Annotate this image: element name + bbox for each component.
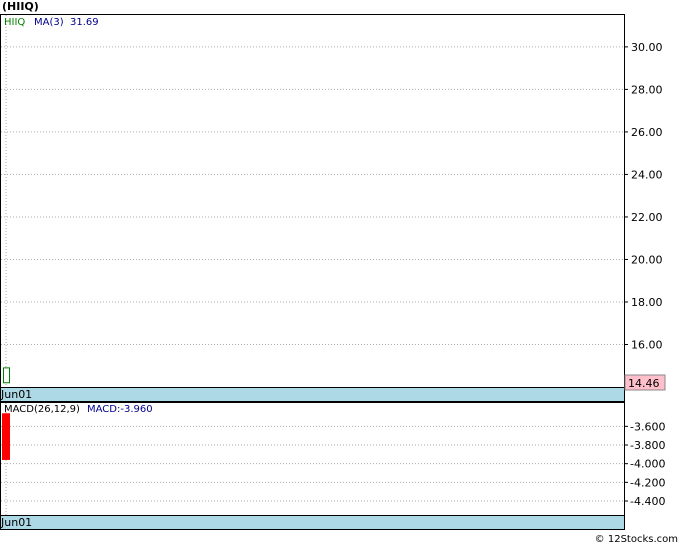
legend-ma: MA(3) (34, 17, 64, 28)
price-panel-frame (0, 14, 625, 388)
macd-tick-label: -4.200 (630, 476, 665, 489)
price-x-label: Jun01 (0, 388, 32, 401)
price-panel: 30.00 28.00 26.00 24.00 22.00 20.00 18.00 16.00… (0, 14, 666, 402)
macd-bar (2, 413, 10, 460)
macd-x-label: Jun01 (0, 516, 32, 529)
copyright: © 12Stocks.com (595, 534, 678, 545)
chart-title: (HIIQ) (2, 0, 39, 13)
macd-x-axis-band (0, 515, 625, 530)
candles (3, 367, 10, 384)
macd-bars (2, 413, 10, 460)
legend-ma-value: 31.69 (70, 17, 99, 28)
macd-tick-label: -3.800 (630, 439, 665, 452)
price-y-axis: 30.00 28.00 26.00 24.00 22.00 20.00 18.00 16.00 (624, 41, 663, 351)
price-x-axis-band (0, 387, 625, 402)
macd-legend-value: MACD:-3.960 (87, 404, 153, 415)
price-tick-label: 20.00 (631, 253, 663, 266)
macd-tick-label: -3.600 (630, 420, 665, 433)
last-price-label: 14.46 (628, 377, 660, 390)
price-tick-label: 30.00 (631, 41, 663, 54)
stock-chart: (HIIQ) 30.00 28.00 26.00 24.00 22.00 20.00 18.… (0, 0, 678, 545)
macd-y-axis: -3.600 -3.800 -4.000 -4.200 -4.400 (624, 420, 665, 508)
macd-tick-label: -4.400 (630, 495, 665, 508)
macd-panel-frame (0, 402, 625, 516)
price-tick-label: 24.00 (631, 168, 663, 181)
macd-panel: -3.600 -3.800 -4.000 -4.200 -4.400 MACD(26,1… (0, 402, 665, 530)
price-tick-label: 26.00 (631, 126, 663, 139)
legend-symbol: HIIQ (4, 17, 25, 28)
macd-title: MACD(26,12,9) (4, 404, 80, 415)
macd-tick-label: -4.000 (630, 458, 665, 471)
price-tick-label: 18.00 (631, 296, 663, 309)
price-tick-label: 28.00 (631, 83, 663, 96)
price-tick-label: 16.00 (631, 338, 663, 351)
candle (3, 367, 10, 384)
price-tick-label: 22.00 (631, 211, 663, 224)
